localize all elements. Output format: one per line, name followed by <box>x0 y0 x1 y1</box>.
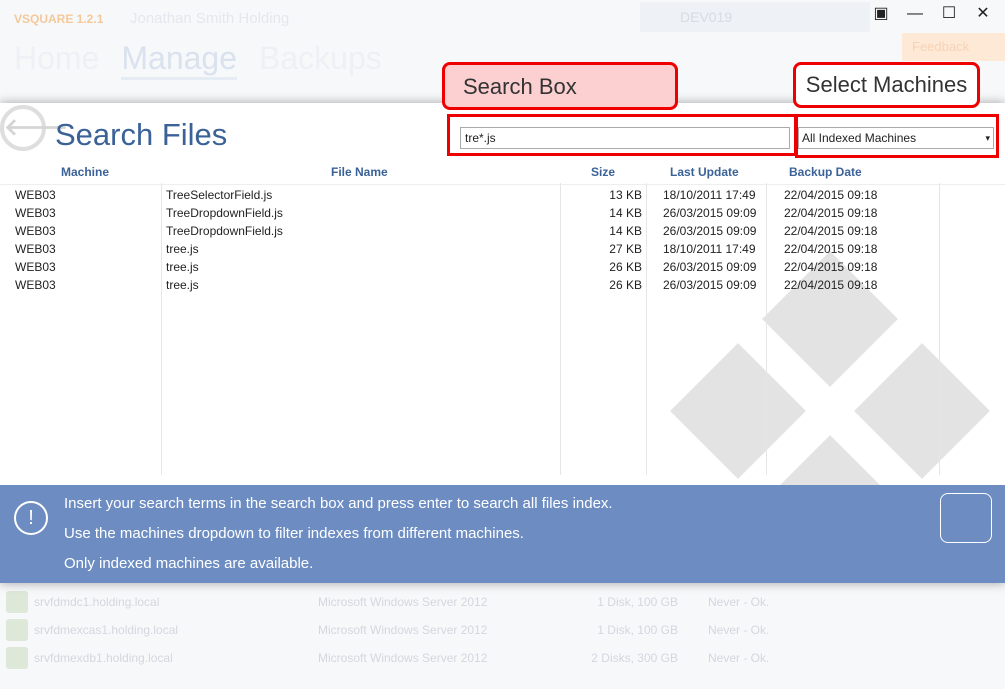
close-button[interactable]: ✕ <box>975 6 991 22</box>
cell-last-update: 26/03/2015 09:09 <box>663 206 757 220</box>
machine-os: Microsoft Windows Server 2012 <box>318 623 488 637</box>
cell-size: 13 KB <box>609 188 642 202</box>
info-line: Insert your search terms in the search b… <box>64 495 613 512</box>
search-box-callout: Search Box <box>442 62 678 110</box>
cell-last-update: 18/10/2011 17:49 <box>663 188 756 202</box>
cell-file-name: tree.js <box>166 278 199 292</box>
cell-file-name: TreeDropdownField.js <box>166 224 283 238</box>
tab-manage[interactable]: Manage <box>121 40 237 80</box>
machine-name: srvfdmexcas1.holding.local <box>34 623 179 637</box>
cell-size: 26 KB <box>609 278 642 292</box>
machine-os: Microsoft Windows Server 2012 <box>318 651 488 665</box>
cell-file-name: TreeDropdownField.js <box>166 206 283 220</box>
column-backup-date[interactable]: Backup Date <box>789 165 862 179</box>
column-size[interactable]: Size <box>591 165 615 179</box>
cell-machine: WEB03 <box>15 242 56 256</box>
tab-backups[interactable]: Backups <box>259 40 382 80</box>
cell-file-name: tree.js <box>166 242 199 256</box>
cell-machine: WEB03 <box>15 206 56 220</box>
server-icon <box>6 647 28 669</box>
cell-machine: WEB03 <box>15 260 56 274</box>
cell-size: 14 KB <box>609 224 642 238</box>
info-text: Insert your search terms in the search b… <box>64 495 613 583</box>
column-file-name[interactable]: File Name <box>331 165 388 179</box>
results-table: WEB03 TreeSelectorField.js 13 KB 18/10/2… <box>0 187 1005 475</box>
cell-backup-date: 22/04/2015 09:18 <box>784 242 878 256</box>
app-title: VSQUARE 1.2.1 <box>14 12 104 26</box>
machine-disks: 1 Disk, 100 GB <box>597 623 678 637</box>
minimize-button[interactable]: — <box>907 6 923 22</box>
maximize-button[interactable]: ☐ <box>941 6 957 22</box>
cell-size: 27 KB <box>609 242 642 256</box>
tab-home[interactable]: Home <box>14 40 99 80</box>
cell-backup-date: 22/04/2015 09:18 <box>784 260 878 274</box>
machine-status: Never - Ok. <box>708 595 770 609</box>
table-row[interactable]: WEB03 TreeDropdownField.js 14 KB 26/03/2… <box>0 205 1005 223</box>
list-item[interactable]: srvfdmexdb1.holding.local Microsoft Wind… <box>0 644 1005 672</box>
cell-last-update: 26/03/2015 09:09 <box>663 278 757 292</box>
cell-size: 26 KB <box>609 260 642 274</box>
cell-machine: WEB03 <box>15 278 56 292</box>
info-line: Only indexed machines are available. <box>64 555 314 572</box>
cell-last-update: 26/03/2015 09:09 <box>663 260 757 274</box>
table-row[interactable]: WEB03 tree.js 26 KB 26/03/2015 09:09 22/… <box>0 277 1005 295</box>
table-header: Machine File Name Size Last Update Backu… <box>0 163 1005 185</box>
cell-backup-date: 22/04/2015 09:18 <box>784 224 878 238</box>
machine-status: Never - Ok. <box>708 651 770 665</box>
server-icon <box>6 591 28 613</box>
select-machines-highlight <box>795 114 999 158</box>
main-tabs: Home Manage Backups <box>14 40 382 80</box>
cell-machine: WEB03 <box>15 188 56 202</box>
column-machine[interactable]: Machine <box>61 165 109 179</box>
account-icon[interactable]: ▣ <box>873 6 889 22</box>
info-icon: ! <box>14 501 48 535</box>
cell-backup-date: 22/04/2015 09:18 <box>784 188 878 202</box>
cell-file-name: tree.js <box>166 260 199 274</box>
cell-backup-date: 22/04/2015 09:18 <box>784 278 878 292</box>
table-row[interactable]: WEB03 tree.js 26 KB 26/03/2015 09:09 22/… <box>0 259 1005 277</box>
machine-name: srvfdmexdb1.holding.local <box>34 651 173 665</box>
dismiss-button[interactable] <box>940 493 992 543</box>
column-last-update[interactable]: Last Update <box>670 165 739 179</box>
machine-disks: 1 Disk, 100 GB <box>597 595 678 609</box>
cell-last-update: 26/03/2015 09:09 <box>663 224 757 238</box>
window-controls: ▣ — ☐ ✕ <box>873 6 991 22</box>
search-files-dialog: 🡐 Search Files All Indexed Machines ▾ Ma… <box>0 103 1005 583</box>
machine-status: Never - Ok. <box>708 623 770 637</box>
list-item[interactable]: srvfdmdc1.holding.local Microsoft Window… <box>0 588 1005 616</box>
cell-last-update: 18/10/2011 17:49 <box>663 242 756 256</box>
search-box-highlight <box>447 114 797 156</box>
machine-name: srvfdmdc1.holding.local <box>34 595 160 609</box>
machine-os: Microsoft Windows Server 2012 <box>318 595 488 609</box>
table-row[interactable]: WEB03 tree.js 27 KB 18/10/2011 17:49 22/… <box>0 241 1005 259</box>
table-row[interactable]: WEB03 TreeDropdownField.js 14 KB 26/03/2… <box>0 223 1005 241</box>
user-label: Jonathan Smith Holding <box>130 10 290 27</box>
server-icon <box>6 619 28 641</box>
back-arrow-icon[interactable]: 🡐 <box>0 105 68 151</box>
list-item[interactable]: srvfdmexcas1.holding.local Microsoft Win… <box>0 616 1005 644</box>
page-title: Search Files <box>55 117 228 152</box>
cell-file-name: TreeSelectorField.js <box>166 188 273 202</box>
device-name: DEV019 <box>640 2 870 32</box>
cell-size: 14 KB <box>609 206 642 220</box>
cell-backup-date: 22/04/2015 09:18 <box>784 206 878 220</box>
machine-disks: 2 Disks, 300 GB <box>591 651 678 665</box>
table-row[interactable]: WEB03 TreeSelectorField.js 13 KB 18/10/2… <box>0 187 1005 205</box>
info-bar: ! Insert your search terms in the search… <box>0 485 1005 583</box>
select-machines-callout: Select Machines <box>793 62 980 108</box>
machine-list: srvfdmdc1.holding.local Microsoft Window… <box>0 588 1005 672</box>
cell-machine: WEB03 <box>15 224 56 238</box>
feedback-button[interactable]: Feedback <box>902 33 1005 61</box>
info-line: Use the machines dropdown to filter inde… <box>64 525 524 542</box>
